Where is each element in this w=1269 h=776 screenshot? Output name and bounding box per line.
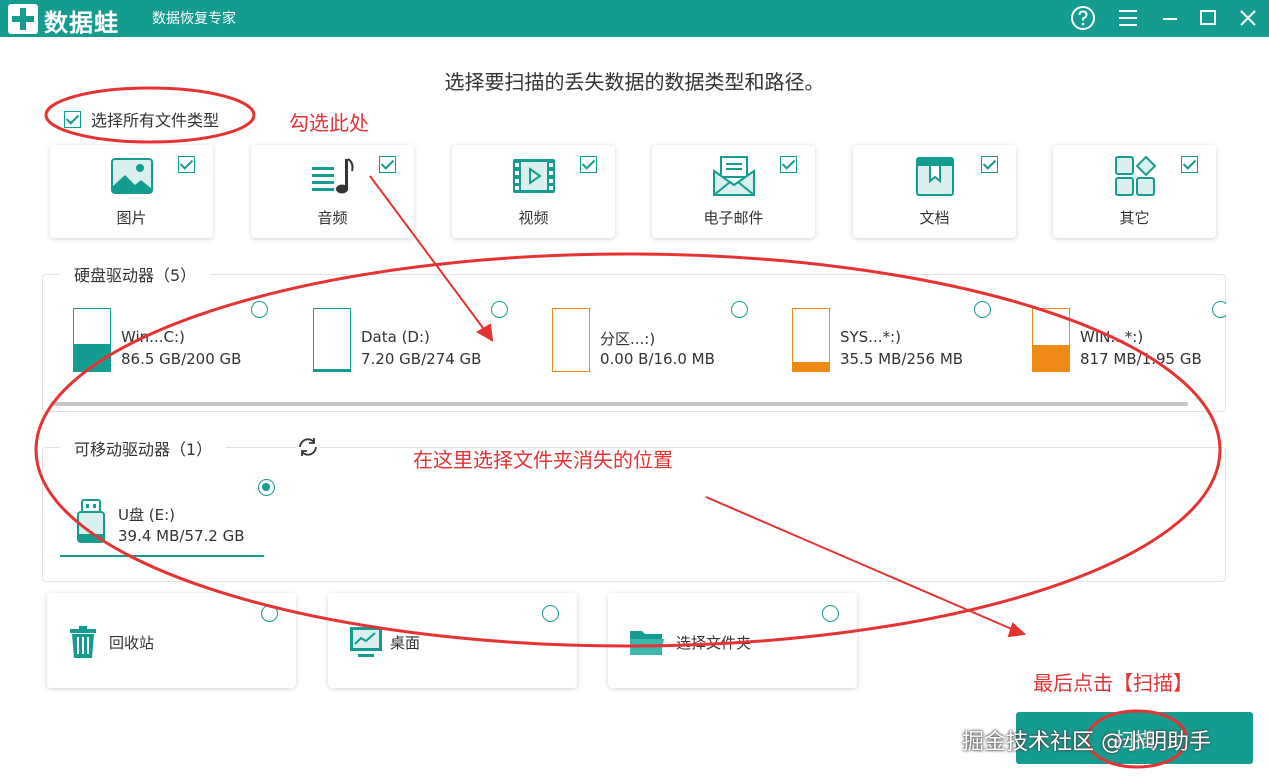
annotation-select-location: 在这里选择文件夹消失的位置	[413, 448, 673, 472]
usb-drive-item[interactable]: U盘 (E:) 39.4 MB/57.2 GB	[60, 478, 264, 557]
drive-name: Data (D:)	[361, 328, 430, 346]
usb-drive-size: 39.4 MB/57.2 GB	[118, 527, 245, 545]
type-label: 音频	[317, 209, 348, 227]
location-label: 回收站	[109, 634, 155, 652]
page-title: 选择要扫描的丢失数据的数据类型和路径。	[444, 70, 825, 94]
type-checkbox[interactable]	[981, 156, 998, 173]
type-label: 文档	[919, 209, 950, 227]
title-bar: 数据蛙 数据恢复专家	[0, 0, 1269, 37]
removable-drives-title: 可移动驱动器（1）	[60, 436, 227, 460]
type-label: 其它	[1119, 209, 1150, 227]
drive-name: SYS...*:)	[840, 328, 901, 346]
drive-radio[interactable]	[251, 301, 268, 318]
email-icon	[712, 156, 755, 196]
app-logo-icon	[8, 4, 38, 34]
drive-item[interactable]: Win...C:) 86.5 GB/200 GB	[73, 298, 303, 378]
location-radio[interactable]	[822, 605, 839, 622]
picture-icon	[110, 158, 153, 194]
select-all-label: 选择所有文件类型	[91, 111, 220, 130]
usb-drive-icon	[77, 499, 105, 543]
drive-size: 817 MB/1.95 GB	[1080, 350, 1202, 368]
location-label: 桌面	[390, 634, 421, 652]
type-label: 图片	[116, 209, 147, 227]
location-label: 选择文件夹	[676, 634, 752, 652]
type-label: 电子邮件	[703, 209, 764, 227]
drive-name: 分区...:)	[600, 330, 656, 348]
drive-radio[interactable]	[491, 301, 508, 318]
type-label: 视频	[518, 209, 549, 227]
arrow-head-icon	[1007, 622, 1027, 638]
type-checkbox[interactable]	[1181, 156, 1198, 173]
menu-icon[interactable]	[1115, 5, 1141, 31]
usb-drive-name: U盘 (E:)	[118, 506, 175, 524]
audio-icon	[311, 158, 353, 194]
other-icon	[1114, 155, 1156, 196]
drive-usage-bar	[552, 308, 590, 372]
drive-radio[interactable]	[731, 301, 748, 318]
app-subtitle: 数据恢复专家	[152, 11, 236, 27]
type-card-email[interactable]: 电子邮件	[652, 145, 815, 238]
drive-usage-bar	[313, 308, 351, 372]
desktop-icon	[350, 627, 382, 657]
drive-radio[interactable]	[1212, 301, 1229, 318]
drive-size: 35.5 MB/256 MB	[840, 350, 964, 368]
type-checkbox[interactable]	[379, 156, 396, 173]
drive-size: 0.00 B/16.0 MB	[600, 350, 715, 368]
document-icon	[915, 157, 954, 196]
type-card-audio[interactable]: 音频	[251, 145, 414, 238]
drive-usage-bar	[73, 308, 111, 372]
drive-size: 86.5 GB/200 GB	[121, 350, 242, 368]
refresh-icon[interactable]	[296, 436, 320, 458]
close-icon[interactable]	[1235, 5, 1261, 31]
type-checkbox[interactable]	[580, 156, 597, 173]
type-card-video[interactable]: 视频	[452, 145, 615, 238]
annotation-check-here: 勾选此处	[289, 111, 369, 135]
help-icon[interactable]	[1070, 5, 1096, 31]
app-name: 数据蛙	[44, 9, 119, 37]
type-card-picture[interactable]: 图片	[50, 145, 213, 238]
type-card-other[interactable]: 其它	[1053, 145, 1216, 238]
usb-drive-radio[interactable]	[258, 479, 275, 496]
location-recycle-bin[interactable]: 回收站	[47, 593, 296, 688]
video-icon	[512, 159, 555, 193]
minimize-icon[interactable]	[1157, 5, 1183, 31]
drive-name: WIN...*:)	[1080, 328, 1144, 346]
type-checkbox[interactable]	[780, 156, 797, 173]
drives-scrollbar[interactable]	[50, 402, 1188, 406]
checkbox-checked-icon[interactable]	[64, 110, 81, 128]
hard-drives-title: 硬盘驱动器（5）	[60, 262, 211, 286]
location-select-folder[interactable]: 选择文件夹	[608, 593, 857, 688]
select-all-checkbox[interactable]: 选择所有文件类型	[64, 107, 219, 131]
drive-usage-bar	[792, 308, 830, 372]
recycle-bin-icon	[70, 626, 96, 658]
drive-item[interactable]: Data (D:) 7.20 GB/274 GB	[313, 298, 543, 378]
folder-icon	[630, 631, 664, 655]
drive-size: 7.20 GB/274 GB	[361, 350, 482, 368]
watermark: 掘金技术社区 @小明助手	[962, 730, 1211, 755]
type-card-document[interactable]: 文档	[853, 145, 1016, 238]
drive-radio[interactable]	[974, 301, 991, 318]
location-radio[interactable]	[261, 605, 278, 622]
drive-usage-bar	[1032, 308, 1070, 372]
drive-item[interactable]: WIN...*:) 817 MB/1.95 GB	[1032, 298, 1222, 378]
annotation-click-scan: 最后点击【扫描】	[1033, 671, 1193, 695]
location-radio[interactable]	[542, 605, 559, 622]
drive-name: Win...C:)	[121, 328, 185, 346]
maximize-icon[interactable]	[1195, 5, 1221, 31]
type-checkbox[interactable]	[178, 156, 195, 173]
location-desktop[interactable]: 桌面	[328, 593, 577, 688]
